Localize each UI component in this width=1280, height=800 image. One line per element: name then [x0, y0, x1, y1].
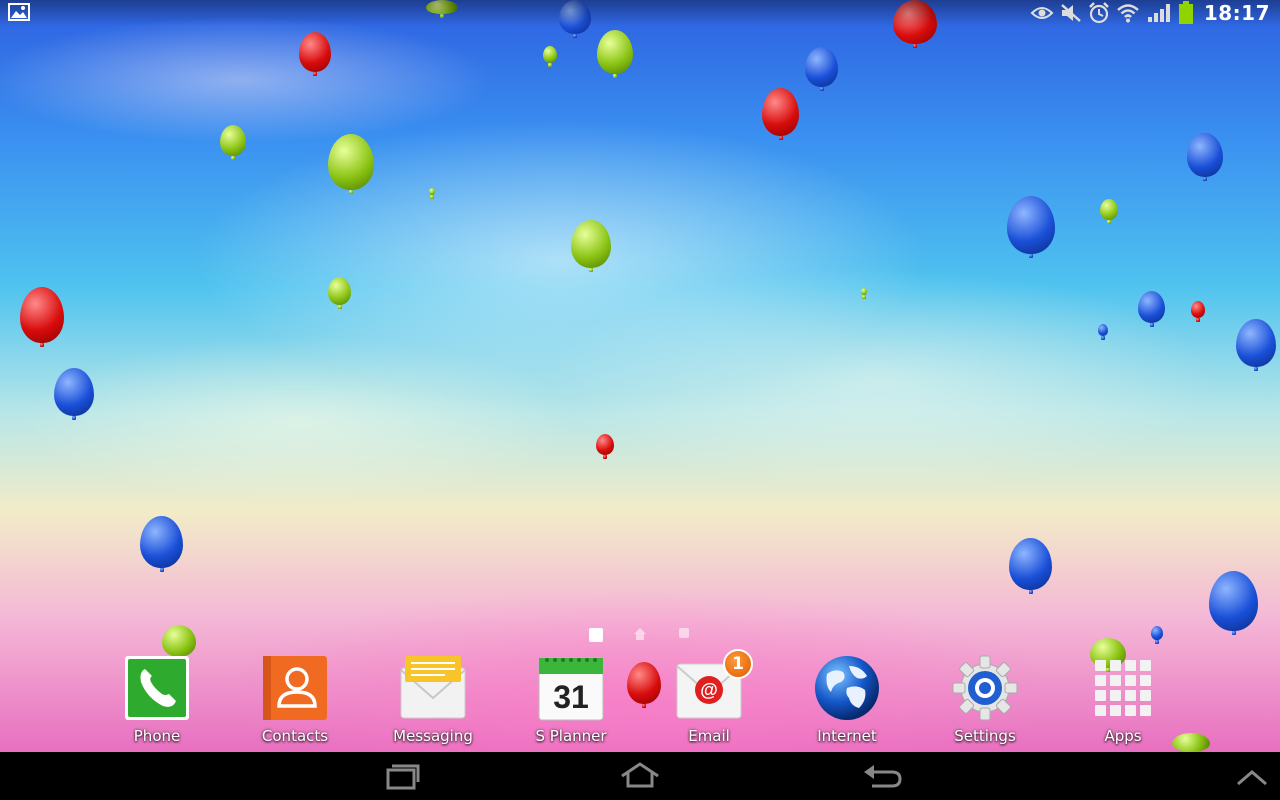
balloon	[54, 368, 94, 416]
calendar-icon: 31	[538, 657, 604, 721]
app-label: Internet	[817, 727, 877, 745]
status-icons: 18:17	[1030, 0, 1270, 26]
signal-icon	[1147, 4, 1170, 22]
balloon	[597, 30, 633, 74]
balloon	[1098, 324, 1108, 336]
balloon	[1187, 133, 1223, 177]
battery-icon	[1178, 1, 1193, 24]
back-icon[interactable]	[858, 758, 906, 794]
balloon	[220, 125, 246, 156]
contacts-icon	[263, 656, 327, 720]
balloon	[429, 188, 435, 195]
app-email[interactable]: @ 1 Email	[649, 649, 769, 750]
alarm-icon	[1088, 2, 1109, 24]
app-messaging[interactable]: Messaging	[373, 650, 493, 750]
balloon	[1151, 626, 1163, 640]
app-internet[interactable]: Internet	[787, 650, 907, 750]
app-label: Email	[688, 727, 730, 745]
app-label: Apps	[1104, 727, 1142, 745]
balloon	[543, 46, 557, 63]
smart-stay-eye-icon	[1030, 7, 1054, 19]
app-s-planner[interactable]: 31 S Planner	[511, 650, 631, 750]
balloon	[596, 434, 614, 455]
dock: Phone Contacts Messaging 31 S Planner @ …	[0, 648, 1280, 752]
balloon	[571, 220, 611, 268]
apps-grid-icon	[1095, 660, 1151, 716]
page-dot[interactable]	[678, 627, 690, 639]
navigation-bar	[0, 752, 1280, 800]
globe-icon	[815, 656, 879, 720]
gear-icon	[952, 655, 1018, 721]
balloon	[328, 277, 351, 305]
gallery-icon[interactable]	[8, 3, 30, 21]
home-page-icon[interactable]	[633, 627, 647, 641]
balloon	[1007, 196, 1055, 254]
status-bar: 18:17	[0, 0, 1280, 26]
page-indicator	[588, 627, 698, 643]
app-label: Messaging	[393, 727, 473, 745]
balloon	[299, 32, 331, 72]
balloon	[1236, 319, 1276, 367]
balloon	[1191, 301, 1205, 318]
home-icon[interactable]	[616, 758, 664, 794]
app-phone[interactable]: Phone	[97, 650, 217, 750]
balloon	[805, 47, 838, 87]
balloon	[20, 287, 64, 343]
balloon	[861, 288, 867, 295]
messaging-icon	[400, 656, 466, 719]
wifi-icon	[1116, 4, 1139, 23]
svg-text:@: @	[700, 680, 718, 700]
recent-apps-icon[interactable]	[376, 758, 424, 794]
status-clock: 18:17	[1203, 1, 1270, 25]
app-label: Contacts	[261, 727, 329, 745]
app-label: S Planner	[535, 727, 607, 745]
phone-icon	[125, 656, 189, 720]
balloon	[1009, 538, 1052, 590]
balloon	[762, 88, 799, 136]
chevron-up-icon[interactable]	[1230, 758, 1274, 794]
balloon	[328, 134, 374, 190]
email-unread-badge: 1	[723, 649, 753, 679]
app-drawer[interactable]: Apps	[1063, 650, 1183, 750]
app-label: Settings	[954, 727, 1016, 745]
app-settings[interactable]: Settings	[925, 650, 1045, 750]
calendar-date: 31	[553, 679, 589, 715]
app-contacts[interactable]: Contacts	[235, 650, 355, 750]
mute-icon	[1060, 4, 1081, 22]
balloon	[1100, 199, 1118, 220]
balloon	[1209, 571, 1258, 631]
page-dot-current[interactable]	[588, 627, 604, 643]
balloon	[140, 516, 183, 568]
balloon	[1138, 291, 1165, 323]
app-label: Phone	[133, 727, 181, 745]
